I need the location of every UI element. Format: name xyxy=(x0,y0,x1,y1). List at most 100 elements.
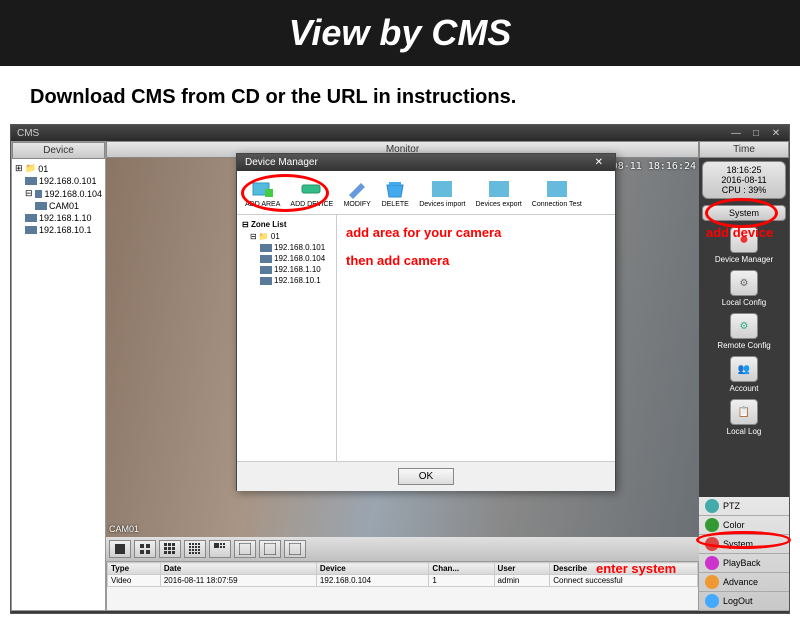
grid-3x3-button[interactable] xyxy=(159,540,181,558)
zone-item[interactable]: 192.168.10.1 xyxy=(240,275,333,286)
delete-button[interactable]: DELETE xyxy=(377,175,413,210)
bottom-menu: PTZ Color System PlayBack Advance LogOut xyxy=(699,497,789,611)
test-icon xyxy=(543,177,571,201)
zone-list-title: ⊟ Zone List xyxy=(240,218,333,231)
account-icon: 👥 xyxy=(730,356,758,382)
log-header[interactable]: Type xyxy=(108,563,161,575)
logout-icon xyxy=(705,594,719,608)
grid-2x2-button[interactable] xyxy=(134,540,156,558)
log-icon: 📋 xyxy=(730,399,758,425)
maximize-icon[interactable]: □ xyxy=(749,127,763,139)
ptz-icon xyxy=(705,499,719,513)
add-device-button[interactable]: ADD DEVICE xyxy=(286,175,337,210)
camera-icon xyxy=(35,190,43,198)
color-menu[interactable]: Color xyxy=(699,516,789,535)
tree-item[interactable]: 192.168.1.10 xyxy=(15,212,102,224)
grid-layout-toolbar xyxy=(106,537,699,561)
zone-item[interactable]: ⊟ 📁 01 xyxy=(240,231,333,242)
delete-icon xyxy=(381,177,409,201)
page-header: View by CMS xyxy=(0,0,800,66)
grid-button[interactable] xyxy=(234,540,256,558)
playback-menu[interactable]: PlayBack xyxy=(699,554,789,573)
system-icon xyxy=(705,537,719,551)
add-area-button[interactable]: ADD AREA xyxy=(241,175,284,210)
zone-item[interactable]: 192.168.0.104 xyxy=(240,253,333,264)
dialog-titlebar: Device Manager ✕ xyxy=(237,154,615,171)
system-header: System xyxy=(702,205,786,221)
camera-icon xyxy=(260,244,272,252)
gear-icon: ⚙ xyxy=(730,270,758,296)
device-panel-header: Device xyxy=(12,142,105,159)
device-tree[interactable]: ⊞ 📁 01 192.168.0.101 ⊟ 192.168.0.104 CAM… xyxy=(12,159,105,610)
advance-menu[interactable]: Advance xyxy=(699,573,789,592)
add-device-icon xyxy=(298,177,326,201)
device-manager-button[interactable]: ● Device Manager xyxy=(702,227,786,264)
playback-icon xyxy=(705,556,719,570)
import-icon xyxy=(428,177,456,201)
log-header[interactable]: Date xyxy=(160,563,316,575)
system-menu[interactable]: System xyxy=(699,535,789,554)
tree-item[interactable]: CAM01 xyxy=(15,200,102,212)
color-icon xyxy=(705,518,719,532)
remote-icon: ⚙ xyxy=(730,313,758,339)
ok-button[interactable]: OK xyxy=(398,468,454,485)
minimize-icon[interactable]: — xyxy=(729,127,743,139)
device-panel: Device ⊞ 📁 01 192.168.0.101 ⊟ 192.168.0.… xyxy=(11,141,106,611)
close-icon[interactable]: ✕ xyxy=(769,127,783,139)
log-header[interactable]: Chan... xyxy=(429,563,494,575)
camera-icon xyxy=(260,266,272,274)
modify-button[interactable]: MODIFY xyxy=(339,175,375,210)
grid-4x4-button[interactable] xyxy=(184,540,206,558)
import-button[interactable]: Devices import xyxy=(415,175,469,210)
camera-icon xyxy=(35,202,47,210)
grid-button[interactable] xyxy=(259,540,281,558)
log-header[interactable]: User xyxy=(494,563,550,575)
zone-item[interactable]: 192.168.0.101 xyxy=(240,242,333,253)
app-title: CMS xyxy=(17,128,39,139)
log-header[interactable]: Device xyxy=(316,563,429,575)
local-config-button[interactable]: ⚙ Local Config xyxy=(702,270,786,307)
local-log-button[interactable]: 📋 Local Log xyxy=(702,399,786,436)
camera-icon xyxy=(260,255,272,263)
tree-item[interactable]: 192.168.10.1 xyxy=(15,224,102,236)
tree-item[interactable]: ⊞ 📁 01 xyxy=(15,162,102,175)
system-panel: System ● Device Manager ⚙ Local Config ⚙… xyxy=(699,202,789,497)
grid-1x1-button[interactable] xyxy=(109,540,131,558)
log-panel: Type Date Device Chan... User Describe V… xyxy=(106,561,699,611)
dialog-title-text: Device Manager xyxy=(245,157,318,168)
export-icon xyxy=(485,177,513,201)
dialog-content xyxy=(337,215,615,461)
tree-item[interactable]: ⊟ 192.168.0.104 xyxy=(15,187,102,200)
export-button[interactable]: Devices export xyxy=(472,175,526,210)
time-header: Time xyxy=(699,141,789,158)
remote-config-button[interactable]: ⚙ Remote Config xyxy=(702,313,786,350)
camera-icon xyxy=(25,214,37,222)
dialog-footer: OK xyxy=(237,461,615,491)
titlebar-buttons: — □ ✕ xyxy=(729,127,783,139)
camera-icon xyxy=(25,177,37,185)
tree-item[interactable]: 192.168.0.101 xyxy=(15,175,102,187)
log-header[interactable]: Describe xyxy=(550,563,698,575)
grid-button[interactable] xyxy=(209,540,231,558)
right-panel: Time 18:16:25 2016-08-11 CPU : 39% Syste… xyxy=(699,141,789,611)
ptz-menu[interactable]: PTZ xyxy=(699,497,789,516)
log-row[interactable]: Video 2016-08-11 18:07:59 192.168.0.104 … xyxy=(108,575,698,587)
test-button[interactable]: Connection Test xyxy=(528,175,586,210)
zone-list[interactable]: ⊟ Zone List ⊟ 📁 01 192.168.0.101 192.168… xyxy=(237,215,337,461)
advance-icon xyxy=(705,575,719,589)
zone-item[interactable]: 192.168.1.10 xyxy=(240,264,333,275)
page-title: View by CMS xyxy=(0,12,800,54)
log-table: Type Date Device Chan... User Describe V… xyxy=(107,562,698,587)
grid-button[interactable] xyxy=(284,540,306,558)
add-area-icon xyxy=(249,177,277,201)
camera-icon xyxy=(260,277,272,285)
cpu-value: CPU : 39% xyxy=(706,185,782,195)
dialog-close-icon[interactable]: ✕ xyxy=(591,157,607,168)
account-button[interactable]: 👥 Account xyxy=(702,356,786,393)
date-value: 2016-08-11 xyxy=(706,175,782,185)
cms-app-window: CMS — □ ✕ Device ⊞ 📁 01 192.168.0.101 ⊟ … xyxy=(10,124,790,614)
logout-menu[interactable]: LogOut xyxy=(699,592,789,611)
time-box: 18:16:25 2016-08-11 CPU : 39% xyxy=(702,161,786,199)
modify-icon xyxy=(343,177,371,201)
app-titlebar: CMS — □ ✕ xyxy=(11,125,789,141)
